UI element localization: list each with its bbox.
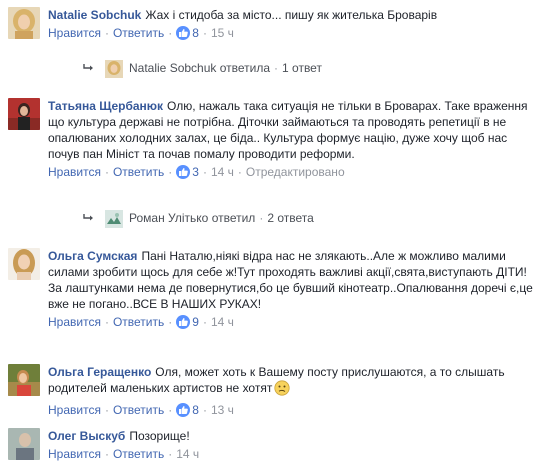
- reply-count: 2 ответа: [267, 211, 314, 225]
- reply-verb: ответила: [219, 61, 271, 75]
- thumbs-up-icon: [176, 26, 191, 40]
- comment: Ольга Сумская Пані Наталю,ніякі відра нас…: [8, 248, 538, 356]
- avatar: [105, 59, 123, 78]
- edited-label[interactable]: Отредактировано: [246, 165, 345, 179]
- avatar[interactable]: [8, 98, 40, 130]
- reply-author: Natalie Sobchuk: [129, 61, 217, 75]
- comment: Ольга Геращенко Оля, может хоть к Вашему …: [8, 364, 538, 420]
- comment-body: Олег Выскуб Позорище! Нравится · Ответить · 1…: [48, 428, 538, 462]
- separator: ·: [168, 315, 173, 329]
- comment-author[interactable]: Natalie Sobchuk: [48, 8, 141, 22]
- comment-author[interactable]: Ольга Геращенко: [48, 365, 151, 379]
- comment: Татьяна Щербанюк Олю, нажаль така ситуаці…: [8, 98, 538, 202]
- comment-author[interactable]: Татьяна Щербанюк: [48, 99, 163, 113]
- separator: ·: [104, 403, 109, 417]
- reply-arrow-icon: [83, 210, 95, 228]
- comment: Natalie Sobchuk Жах і стидоба за місто...…: [8, 7, 538, 57]
- comment-time[interactable]: 13 ч: [211, 403, 234, 417]
- reply-verb: ответил: [211, 211, 256, 225]
- confused-face-icon: [274, 380, 290, 400]
- reply-link[interactable]: Ответить: [113, 315, 164, 329]
- comment-actions: Нравится · Ответить · 8 · 13 ч: [48, 402, 538, 418]
- reply-author: Роман Улітько: [129, 211, 209, 225]
- replies-link[interactable]: Natalie Sobchuk ответила · 1 ответ: [83, 59, 322, 78]
- replies-link[interactable]: Роман Улітько ответил · 2 ответа: [83, 209, 314, 228]
- comment-body: Ольга Геращенко Оля, может хоть к Вашему …: [48, 364, 538, 418]
- avatar[interactable]: [8, 7, 40, 39]
- separator: ·: [104, 447, 109, 461]
- comment-body: Татьяна Щербанюк Олю, нажаль така ситуаці…: [48, 98, 538, 180]
- like-count[interactable]: 9: [192, 315, 199, 329]
- reply-count: 1 ответ: [282, 61, 322, 75]
- comment-actions: Нравится · Ответить · 14 ч: [48, 446, 538, 462]
- comment-actions: Нравится · Ответить · 9 · 14 ч: [48, 314, 538, 330]
- comment-actions: Нравится · Ответить · 8 · 15 ч: [48, 25, 538, 41]
- like-count[interactable]: 8: [192, 403, 199, 417]
- separator: ·: [274, 61, 279, 75]
- like-link[interactable]: Нравится: [48, 165, 101, 179]
- comment-body: Natalie Sobchuk Жах і стидоба за місто...…: [48, 7, 538, 41]
- separator: ·: [259, 211, 264, 225]
- comment-author[interactable]: Ольга Сумская: [48, 249, 137, 263]
- like-link[interactable]: Нравится: [48, 315, 101, 329]
- reply-link[interactable]: Ответить: [113, 447, 164, 461]
- like-link[interactable]: Нравится: [48, 447, 101, 461]
- like-link[interactable]: Нравится: [48, 26, 101, 40]
- comment-time[interactable]: 14 ч: [211, 315, 234, 329]
- like-count[interactable]: 3: [192, 165, 199, 179]
- separator: ·: [202, 315, 207, 329]
- separator: ·: [202, 403, 207, 417]
- avatar: [105, 209, 123, 228]
- separator: ·: [168, 447, 173, 461]
- separator: ·: [104, 315, 109, 329]
- separator: ·: [237, 165, 242, 179]
- comment-body: Ольга Сумская Пані Наталю,ніякі відра нас…: [48, 248, 538, 330]
- comment-time[interactable]: 14 ч: [211, 165, 234, 179]
- separator: ·: [168, 165, 173, 179]
- thumbs-up-icon: [176, 403, 191, 417]
- thumbs-up-icon: [176, 165, 191, 179]
- separator: ·: [202, 26, 207, 40]
- separator: ·: [168, 403, 173, 417]
- avatar[interactable]: [8, 248, 40, 280]
- reply-link[interactable]: Ответить: [113, 165, 164, 179]
- reply-arrow-icon: [83, 60, 95, 78]
- separator: ·: [168, 26, 173, 40]
- comment-author[interactable]: Олег Выскуб: [48, 429, 125, 443]
- avatar[interactable]: [8, 364, 40, 396]
- separator: ·: [104, 165, 109, 179]
- like-link[interactable]: Нравится: [48, 403, 101, 417]
- reply-link[interactable]: Ответить: [113, 26, 164, 40]
- like-count[interactable]: 8: [192, 26, 199, 40]
- comment: Олег Выскуб Позорище! Нравится · Ответить · 1…: [8, 428, 538, 466]
- separator: ·: [104, 26, 109, 40]
- avatar[interactable]: [8, 428, 40, 460]
- thumbs-up-icon: [176, 315, 191, 329]
- comment-text: Позорище!: [129, 429, 190, 443]
- separator: ·: [202, 165, 207, 179]
- comment-actions: Нравится · Ответить · 3 · 14 ч · Отредактировано: [48, 164, 538, 180]
- reply-link[interactable]: Ответить: [113, 403, 164, 417]
- comment-time[interactable]: 14 ч: [176, 447, 199, 461]
- comment-text: Жах і стидоба за місто... пишу як житель…: [145, 8, 438, 22]
- comment-time[interactable]: 15 ч: [211, 26, 234, 40]
